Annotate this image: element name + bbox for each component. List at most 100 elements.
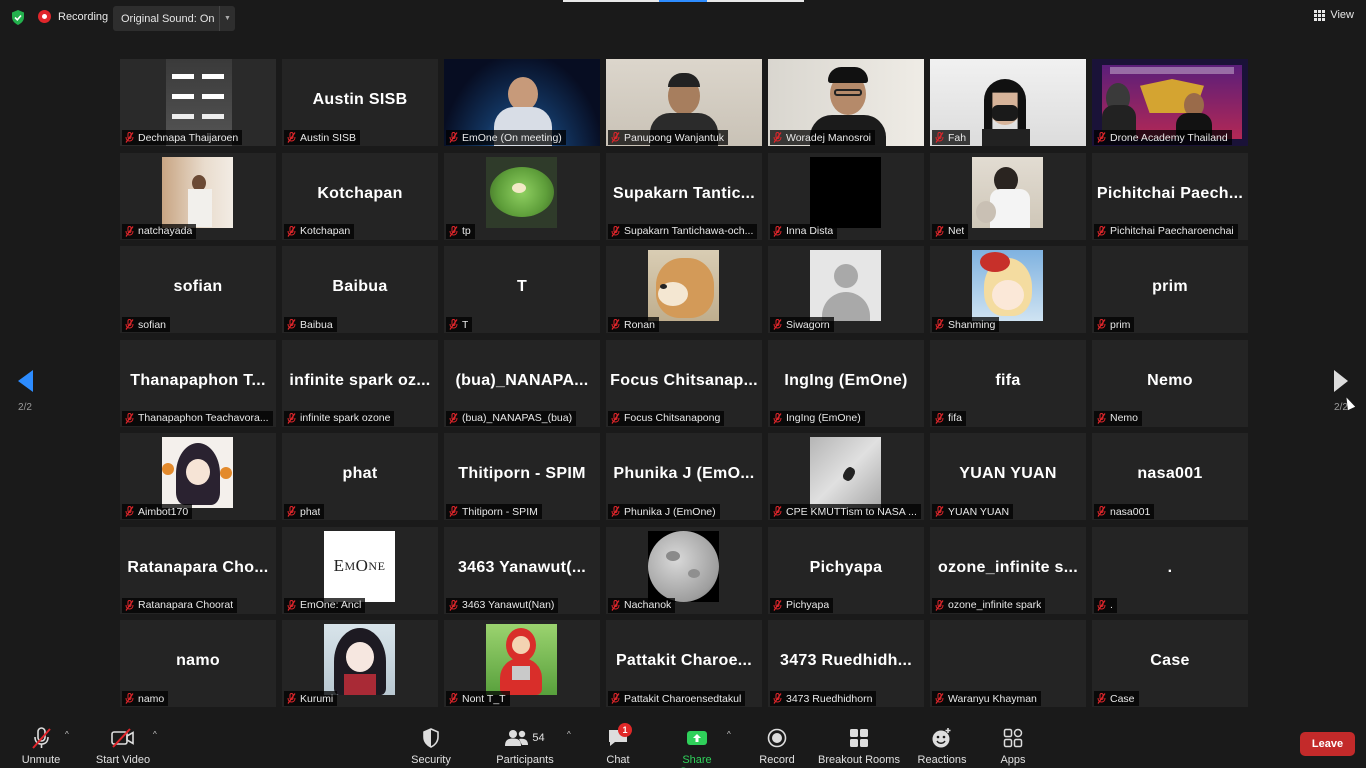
participants-options-caret[interactable]: ^ xyxy=(567,730,571,739)
chat-icon: 1 xyxy=(600,723,636,750)
previous-page-button[interactable]: 2/2 xyxy=(10,370,40,413)
participant-tile[interactable]: EmOne (On meeting) xyxy=(444,59,600,146)
participant-display-name: sofian xyxy=(173,278,223,295)
participant-tile[interactable]: 3463 Yanawut(... 3463 Yanawut(Nan) xyxy=(444,526,600,614)
participant-tile[interactable]: prim prim xyxy=(1092,246,1248,333)
participant-tile[interactable]: Kotchapan Kotchapan xyxy=(282,152,438,240)
participant-tile[interactable]: Pattakit Charoe... Pattakit Charoensedtak… xyxy=(606,620,762,707)
mic-muted-icon xyxy=(1097,693,1106,704)
participant-tile[interactable]: YUAN YUAN YUAN YUAN xyxy=(930,433,1086,520)
apps-icon xyxy=(996,726,1030,750)
participant-tile[interactable]: Thanapaphon T... Thanapaphon Teachavora..… xyxy=(120,339,276,427)
participant-display-name: . xyxy=(1167,558,1173,576)
share-screen-button[interactable]: Share Screen xyxy=(664,726,730,768)
mic-muted-icon xyxy=(611,506,620,517)
participant-tile[interactable]: Ronan xyxy=(606,246,762,333)
participant-name: infinite spark ozone xyxy=(300,412,391,424)
participant-tile[interactable]: phat phat xyxy=(282,433,438,520)
mic-muted-icon xyxy=(935,225,944,237)
apps-button[interactable]: Apps xyxy=(996,726,1030,766)
participant-name-tag: Case xyxy=(1094,691,1139,706)
participant-name: Shanming xyxy=(948,318,996,331)
encryption-shield-icon[interactable] xyxy=(11,10,25,25)
participant-tile[interactable]: Focus Chitsanap... Focus Chitsanapong xyxy=(606,339,762,427)
participant-tile[interactable]: IngIng (EmOne) IngIng (EmOne) xyxy=(768,339,924,427)
participant-tile[interactable]: infinite spark oz... infinite spark ozone xyxy=(282,339,438,427)
participant-name: Drone Academy Thailand xyxy=(1110,131,1228,144)
participant-display-name: phat xyxy=(342,465,378,482)
original-sound-toggle[interactable]: Original Sound: On ▼ xyxy=(113,6,235,31)
participant-tile[interactable]: Nont T_T xyxy=(444,620,600,707)
mic-muted-icon xyxy=(287,225,296,237)
participant-display-name: Phunika J (EmO... xyxy=(613,465,755,482)
participant-tile[interactable]: tp xyxy=(444,152,600,240)
participant-tile[interactable]: fifa fifa xyxy=(930,339,1086,427)
mic-muted-icon xyxy=(611,412,620,424)
participant-tile[interactable]: nasa001 nasa001 xyxy=(1092,433,1248,520)
participant-tile[interactable]: Kurumi xyxy=(282,620,438,707)
participant-tile[interactable]: Baibua Baibua xyxy=(282,246,438,333)
participant-tile[interactable]: CPE KMUTTism to NASA ... xyxy=(768,433,924,520)
participant-tile[interactable]: 3473 Ruedhidh... 3473 Ruedhidhorn xyxy=(768,620,924,707)
participant-name-tag: fifa xyxy=(932,410,967,426)
participant-name: CPE KMUTTism to NASA ... xyxy=(786,505,917,518)
chat-button[interactable]: 1 Chat xyxy=(600,723,636,766)
security-button[interactable]: Security xyxy=(409,726,453,766)
participant-tile[interactable]: Nachanok xyxy=(606,526,762,614)
participant-tile[interactable]: Woradej Manosroi xyxy=(768,59,924,146)
participant-tile[interactable]: Supakarn Tantic... Supakarn Tantichawa-oc… xyxy=(606,152,762,240)
participant-display-name: Ratanapara Cho... xyxy=(127,558,269,576)
participant-tile[interactable]: .. xyxy=(1092,526,1248,614)
recording-icon xyxy=(38,10,51,23)
participant-tile[interactable]: Fah xyxy=(930,59,1086,146)
participant-name-tag: Nont T_T xyxy=(446,691,510,706)
participant-tile[interactable]: Inna Dista xyxy=(768,152,924,240)
participant-tile[interactable]: Siwagorn xyxy=(768,246,924,333)
participant-tile[interactable]: Shanming xyxy=(930,246,1086,333)
participant-tile[interactable]: Net xyxy=(930,152,1086,240)
video-options-caret[interactable]: ^ xyxy=(153,730,157,739)
participant-name-tag: Woradej Manosroi xyxy=(770,130,876,145)
leave-button[interactable]: Leave xyxy=(1300,732,1355,756)
participant-tile[interactable]: TT xyxy=(444,246,600,333)
participants-button[interactable]: 54 Participants xyxy=(494,726,556,766)
security-label: Security xyxy=(411,754,451,766)
participant-name-tag: EmOne: Ancl xyxy=(284,597,366,613)
participant-tile[interactable]: E M O NE EmOne: Ancl xyxy=(282,526,438,614)
participant-tile[interactable]: Nemo Nemo xyxy=(1092,339,1248,427)
share-options-caret[interactable]: ^ xyxy=(727,730,731,739)
mic-muted-icon xyxy=(1097,506,1106,517)
participant-tile[interactable]: sofian sofian xyxy=(120,246,276,333)
audio-options-caret[interactable]: ^ xyxy=(65,730,69,739)
participant-tile[interactable]: Ratanapara Cho... Ratanapara Choorat xyxy=(120,526,276,614)
participant-name: Focus Chitsanapong xyxy=(624,412,721,424)
participant-name: Austin SISB xyxy=(300,131,357,144)
participant-tile[interactable]: Drone Academy Thailand xyxy=(1092,59,1248,146)
chevron-down-icon[interactable]: ▼ xyxy=(219,6,235,31)
recording-indicator[interactable]: Recording xyxy=(38,10,108,23)
participant-tile[interactable]: natchayada xyxy=(120,152,276,240)
record-button[interactable]: Record xyxy=(758,726,796,766)
participant-tile[interactable]: Austin SISB Austin SISB xyxy=(282,59,438,146)
participant-tile[interactable]: Pichitchai Paech... Pichitchai Paecharoen… xyxy=(1092,152,1248,240)
reactions-button[interactable]: Reactions xyxy=(916,726,968,766)
start-video-button[interactable]: Start Video xyxy=(94,726,152,766)
participant-name-tag: Nachanok xyxy=(608,597,676,613)
participant-name-tag: . xyxy=(1094,597,1117,613)
participant-tile[interactable]: Phunika J (EmO... Phunika J (EmOne) xyxy=(606,433,762,520)
participant-name: Kurumi xyxy=(300,692,334,705)
breakout-rooms-label: Breakout Rooms xyxy=(818,754,900,766)
view-button[interactable]: View xyxy=(1314,9,1354,21)
unmute-button[interactable]: Unmute xyxy=(20,726,62,766)
breakout-rooms-button[interactable]: Breakout Rooms xyxy=(818,726,900,766)
participant-tile[interactable]: Thitiporn - SPIM Thitiporn - SPIM xyxy=(444,433,600,520)
participant-tile[interactable]: namo namo xyxy=(120,620,276,707)
participant-tile[interactable]: ozone_infinite s... ozone_infinite spark xyxy=(930,526,1086,614)
participant-tile[interactable]: (bua)_NANAPA... (bua)_NANAPAS_(bua) xyxy=(444,339,600,427)
participant-tile[interactable]: Pichyapa Pichyapa xyxy=(768,526,924,614)
participant-tile[interactable]: Panupong Wanjantuk xyxy=(606,59,762,146)
participant-tile[interactable]: Case Case xyxy=(1092,620,1248,707)
participant-tile[interactable]: Aimbot170 xyxy=(120,433,276,520)
participant-tile[interactable]: Waranyu Khayman xyxy=(930,620,1086,707)
participant-tile[interactable]: Dechnapa Thaijaroen xyxy=(120,59,276,146)
